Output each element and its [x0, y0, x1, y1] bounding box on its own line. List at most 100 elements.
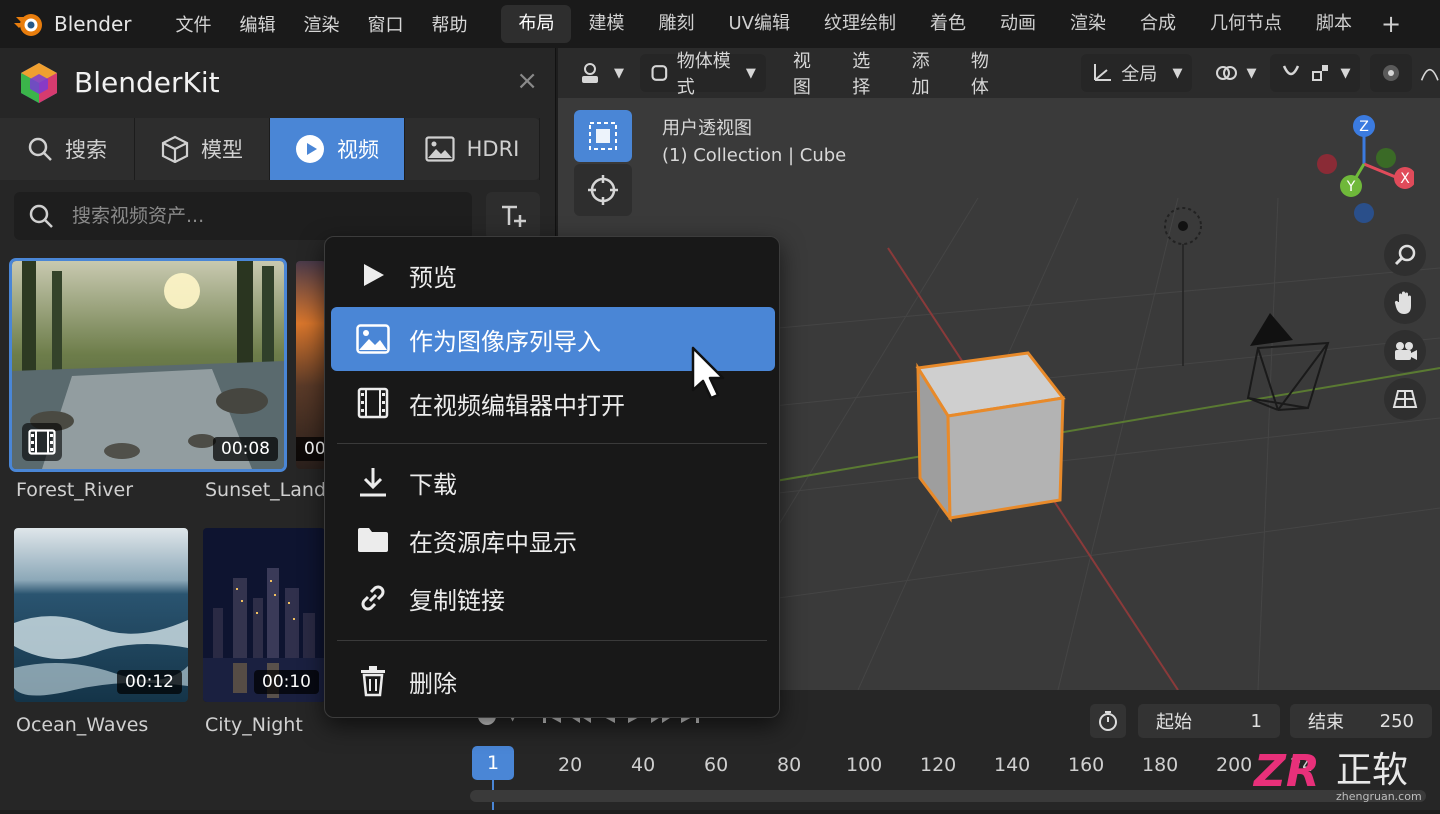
tab-videos[interactable]: 视频 [270, 118, 405, 180]
asset-thumbnail-ocean-waves[interactable]: 00:12 [14, 528, 188, 702]
search-icon [29, 204, 53, 228]
menu-view[interactable]: 视图 [778, 48, 837, 99]
timeline-tick: 20 [558, 754, 583, 776]
asset-thumbnail-sunset[interactable]: 00: [296, 261, 326, 469]
frame-start-value: 1 [1250, 710, 1262, 732]
menu-divider [337, 640, 767, 641]
frame-end-field[interactable]: 结束 250 [1290, 704, 1432, 738]
tab-geometry-nodes[interactable]: 几何节点 [1193, 5, 1299, 43]
watermark-url: zhengruan.com [1336, 790, 1422, 803]
tab-sculpting[interactable]: 雕刻 [641, 5, 711, 43]
asset-thumbnail-forest-river[interactable]: 00:08 [9, 258, 287, 472]
snap-toggle[interactable]: ▼ [1270, 54, 1361, 92]
sort-icon [502, 205, 526, 227]
chevron-down-icon: ▼ [1340, 65, 1351, 81]
frame-end-value: 250 [1379, 710, 1414, 732]
image-icon [356, 324, 390, 354]
tab-search[interactable]: 搜索 [0, 118, 135, 180]
auto-keying-button[interactable] [1090, 704, 1126, 738]
duration-badge: 00:08 [213, 437, 278, 461]
search-input[interactable] [72, 205, 452, 227]
tab-uv-editing[interactable]: UV编辑 [711, 5, 807, 43]
watermark: ZR 正软 zhengruan.com [1250, 740, 1440, 810]
blender-logo-icon[interactable] [12, 7, 46, 41]
menu-item-label: 在资源库中显示 [409, 528, 577, 557]
sort-button[interactable] [486, 192, 540, 240]
watermark-cn: 正软 [1336, 750, 1408, 791]
link-icon [361, 585, 385, 611]
cursor-tool[interactable] [574, 164, 632, 216]
mode-dropdown[interactable]: 物体模式 ▼ [640, 51, 766, 98]
frame-start-field[interactable]: 起始 1 [1138, 704, 1280, 738]
transform-label: 全局 [1121, 64, 1158, 85]
chevron-down-icon: ▼ [745, 65, 756, 81]
duration-badge: 00: [296, 437, 326, 461]
menu-render[interactable]: 渲染 [289, 11, 353, 37]
menu-item-copy-link[interactable]: 复制链接 [331, 566, 775, 630]
tab-texture-paint[interactable]: 纹理绘制 [807, 5, 913, 43]
perspective-toggle-button[interactable] [1384, 378, 1426, 420]
current-frame-indicator[interactable]: 1 [472, 746, 514, 780]
timeline-tick: 80 [777, 754, 802, 776]
menu-item-delete[interactable]: 删除 [331, 649, 775, 713]
gizmo-y-label: Y [1346, 179, 1356, 195]
menu-item-label: 下载 [409, 470, 457, 499]
folder-icon [358, 528, 388, 552]
grid-perspective-icon [1392, 390, 1418, 408]
tab-models[interactable]: 模型 [135, 118, 270, 180]
menu-object[interactable]: 物体 [956, 48, 1015, 99]
tab-hdri[interactable]: HDRI [405, 118, 540, 180]
tab-animation[interactable]: 动画 [983, 5, 1053, 43]
tab-shading[interactable]: 着色 [913, 5, 983, 43]
trash-icon [361, 666, 385, 697]
crosshair-icon [588, 175, 618, 205]
tab-rendering[interactable]: 渲染 [1053, 5, 1123, 43]
pan-button[interactable] [1384, 282, 1426, 324]
tab-modeling[interactable]: 建模 [571, 5, 641, 43]
tab-search-label: 搜索 [65, 138, 107, 162]
camera-view-button[interactable] [1384, 330, 1426, 372]
orientation-icon [1094, 64, 1112, 81]
asset-thumbnail-city-night[interactable]: 00:10 [203, 528, 325, 702]
select-box-tool[interactable] [574, 110, 632, 162]
menu-file[interactable]: 文件 [161, 11, 225, 37]
menu-select[interactable]: 选择 [837, 48, 896, 99]
falloff-icon[interactable] [1420, 62, 1440, 84]
menu-edit[interactable]: 编辑 [225, 11, 289, 37]
menu-item-label: 复制链接 [409, 586, 505, 615]
transform-orientation-dropdown[interactable]: 全局 ▼ [1081, 54, 1193, 92]
play-circle-icon [296, 135, 324, 163]
timeline-tick: 120 [920, 754, 957, 776]
asset-name: Sunset_Lands [205, 479, 336, 501]
tab-compositing[interactable]: 合成 [1123, 5, 1193, 43]
add-workspace-button[interactable]: + [1369, 10, 1413, 38]
menu-item-download[interactable]: 下载 [331, 450, 775, 514]
zoom-icon [1394, 244, 1416, 266]
navigation-gizmo[interactable]: Z X Y [1314, 114, 1414, 224]
menu-item-show-in-library[interactable]: 在资源库中显示 [331, 508, 775, 572]
menu-item-preview[interactable]: 预览 [331, 243, 775, 307]
menu-help[interactable]: 帮助 [417, 11, 481, 37]
asset-name: Forest_River [16, 479, 134, 501]
zoom-button[interactable] [1384, 234, 1426, 276]
blenderkit-logo-icon [20, 62, 58, 108]
asset-name: Ocean_Waves [16, 714, 149, 736]
menu-window[interactable]: 窗口 [353, 11, 417, 37]
timeline-tick: 100 [846, 754, 883, 776]
camera-icon [1395, 342, 1417, 360]
magnet-icon [1283, 65, 1300, 76]
close-button[interactable]: × [516, 66, 538, 96]
asset-search [14, 192, 472, 240]
pivot-dropdown[interactable]: ▼ [1204, 54, 1266, 92]
proportional-edit-toggle[interactable] [1370, 54, 1413, 92]
tab-scripting[interactable]: 脚本 [1299, 5, 1369, 43]
context-menu: 预览 作为图像序列导入 在视频编辑器中打开 下载 在资源库中显示 复制链接 删除 [324, 236, 780, 718]
frame-start-label: 起始 [1156, 712, 1192, 733]
asset-type-tabs: 搜索 模型 视频 HDRI [0, 118, 540, 180]
timeline-tick: 180 [1142, 754, 1179, 776]
editor-type-dropdown[interactable]: ▼ [570, 54, 634, 92]
tab-layout[interactable]: 布局 [501, 5, 572, 43]
menu-item-label: 删除 [409, 669, 457, 698]
menu-add[interactable]: 添加 [897, 48, 956, 99]
menu-item-label: 作为图像序列导入 [409, 327, 601, 356]
